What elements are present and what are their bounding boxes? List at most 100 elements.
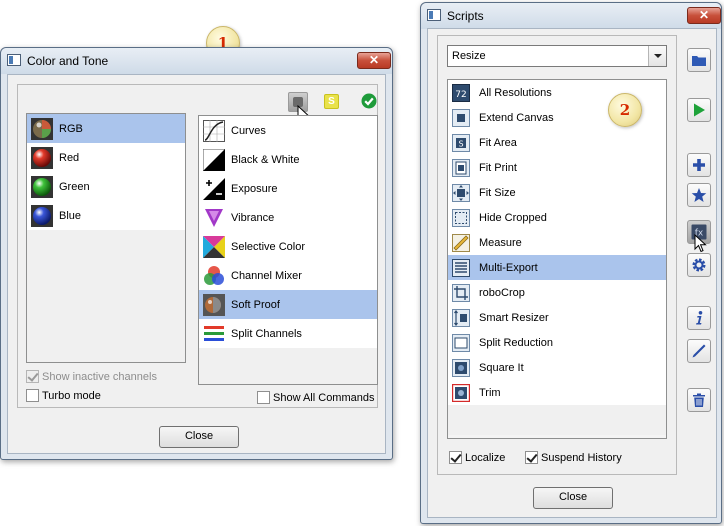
black-white-icon: [202, 148, 226, 171]
split-channels-icon: [203, 323, 225, 345]
channels-list[interactable]: RGB Red Green Blue: [26, 113, 186, 363]
edit-button[interactable]: [687, 339, 711, 363]
script-s-toolbar-button[interactable]: S: [324, 94, 339, 109]
close-button[interactable]: Close: [159, 426, 239, 448]
trim-icon: [451, 383, 471, 402]
list-item-label: Fit Size: [479, 186, 516, 199]
list-item-label: All Resolutions: [479, 86, 552, 99]
open-folder-button[interactable]: [687, 48, 711, 72]
play-icon: [694, 103, 705, 117]
list-item-label: Multi-Export: [479, 261, 538, 274]
blue-sphere-icon: [31, 204, 53, 227]
checkbox-box: [449, 451, 462, 464]
list-item[interactable]: Black & White: [199, 145, 377, 174]
settings-button[interactable]: [687, 253, 711, 277]
show-all-commands-checkbox[interactable]: Show All Commands: [257, 391, 375, 404]
gear-icon: [692, 258, 706, 272]
measure-icon: [452, 233, 470, 252]
title-bar[interactable]: Color and Tone ✕: [1, 48, 392, 74]
list-item-label: Vibrance: [231, 211, 275, 224]
window-title: Color and Tone: [27, 54, 109, 68]
list-item-label: roboCrop: [479, 286, 525, 299]
list-item-label: Soft Proof: [231, 298, 280, 311]
list-item-label: Channel Mixer: [231, 269, 302, 282]
list-item[interactable]: Split Reduction: [448, 330, 666, 355]
window-app-icon: [427, 9, 441, 21]
dialog-body: Resize 72 All Resolutions Extend Canvas S Fi…: [427, 28, 717, 518]
list-item[interactable]: Hide Cropped: [448, 205, 666, 230]
close-button[interactable]: Close: [533, 487, 613, 509]
extend-canvas-icon: [452, 108, 470, 127]
list-item[interactable]: Channel Mixer: [199, 261, 377, 290]
localize-label: Localize: [465, 451, 506, 464]
callout-badge-2: 2: [608, 93, 642, 127]
localize-checkbox[interactable]: Localize: [449, 451, 505, 464]
info-button[interactable]: [687, 306, 711, 330]
list-item[interactable]: Fit Print: [448, 155, 666, 180]
list-item-label: Selective Color: [231, 240, 305, 253]
info-icon: [696, 311, 703, 325]
favorite-button[interactable]: [687, 183, 711, 207]
list-item[interactable]: RGB: [27, 114, 185, 143]
list-item[interactable]: Vibrance: [199, 203, 377, 232]
list-item-label: Blue: [59, 209, 82, 222]
list-item-label: Split Channels: [231, 327, 302, 340]
multi-export-icon: [452, 258, 470, 277]
list-item-label: Extend Canvas: [479, 111, 554, 124]
list-item[interactable]: Multi-Export: [448, 255, 666, 280]
green-check-icon: [361, 93, 377, 109]
trash-icon: [693, 393, 705, 407]
list-item[interactable]: roboCrop: [448, 280, 666, 305]
list-empty-area: [27, 230, 185, 362]
window-title: Scripts: [447, 9, 484, 23]
list-item[interactable]: Measure: [448, 230, 666, 255]
run-script-button[interactable]: [687, 98, 711, 122]
channel-mixer-icon: [203, 265, 225, 287]
commands-list[interactable]: Curves Black & White Exposure Vibrance Selec…: [198, 115, 378, 385]
curves-icon: [203, 119, 225, 142]
suspend-history-checkbox[interactable]: Suspend History: [525, 451, 622, 464]
all-resolutions-glyph: 72: [455, 90, 466, 100]
list-item-label: Hide Cropped: [479, 211, 547, 224]
list-empty-area: [199, 348, 377, 384]
list-item[interactable]: Green: [27, 172, 185, 201]
fit-size-icon: [452, 183, 470, 202]
list-item-label: Fit Print: [479, 161, 517, 174]
scripts-list[interactable]: 72 All Resolutions Extend Canvas S Fit Area F…: [447, 79, 667, 439]
turbo-mode-label: Turbo mode: [42, 389, 101, 402]
pencil-icon: [692, 344, 706, 358]
list-item[interactable]: Exposure: [199, 174, 377, 203]
dropdown-arrow-button[interactable]: [648, 46, 666, 66]
list-item[interactable]: Selective Color: [199, 232, 377, 261]
list-empty-area: [448, 405, 666, 435]
window-close-button[interactable]: ✕: [357, 52, 391, 69]
list-item[interactable]: Blue: [27, 201, 185, 230]
list-item[interactable]: Soft Proof: [199, 290, 377, 319]
list-item-label: Smart Resizer: [479, 311, 549, 324]
plus-icon: [693, 159, 705, 171]
list-item-label: Square It: [479, 361, 524, 374]
delete-button[interactable]: [687, 388, 711, 412]
window-close-button[interactable]: ✕: [687, 7, 721, 24]
fit-area-icon: S: [452, 133, 470, 152]
turbo-mode-checkbox[interactable]: Turbo mode: [26, 389, 101, 402]
star-icon: [691, 188, 707, 202]
title-bar[interactable]: Scripts ✕: [421, 3, 721, 29]
list-item[interactable]: Red: [27, 143, 185, 172]
color-and-tone-window: Color and Tone ✕ S RGB Red Green Blue Curve…: [0, 47, 393, 460]
list-item-label: Fit Area: [479, 136, 517, 149]
fit-print-icon: [452, 158, 470, 177]
add-script-button[interactable]: [687, 153, 711, 177]
category-dropdown[interactable]: Resize: [447, 45, 667, 67]
list-item[interactable]: Square It: [448, 355, 666, 380]
checkbox-box: [525, 451, 538, 464]
list-item[interactable]: Trim: [448, 380, 666, 405]
list-item[interactable]: Split Channels: [199, 319, 377, 348]
show-inactive-channels-checkbox[interactable]: Show inactive channels: [26, 370, 157, 383]
green-sphere-icon: [31, 175, 53, 198]
list-item[interactable]: Fit Size: [448, 180, 666, 205]
list-item[interactable]: Curves: [199, 116, 377, 145]
list-item[interactable]: S Fit Area: [448, 130, 666, 155]
list-item[interactable]: Smart Resizer: [448, 305, 666, 330]
apply-check-toolbar-button[interactable]: [361, 93, 377, 109]
